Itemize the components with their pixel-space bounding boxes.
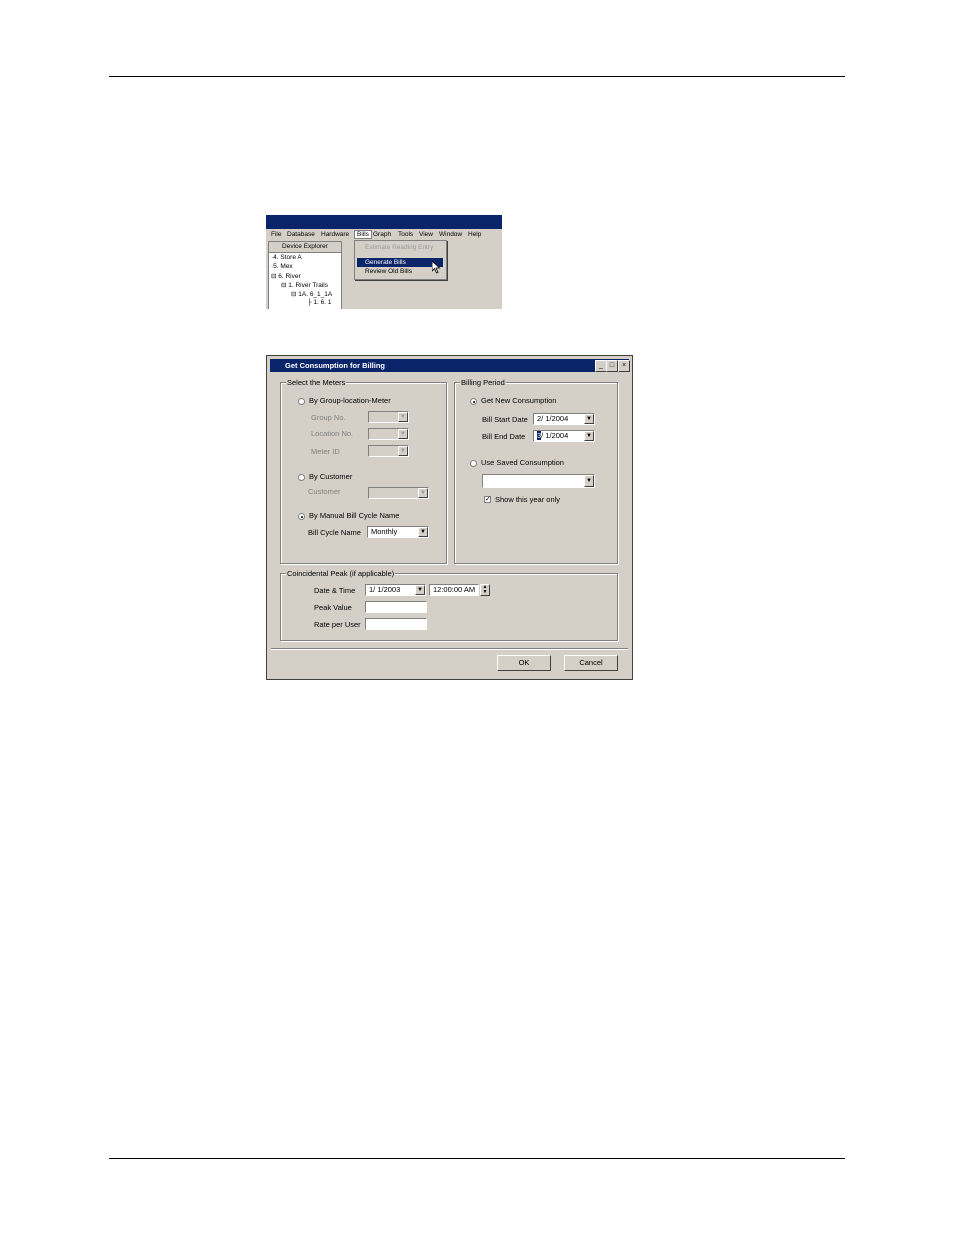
get-new-consumption-label: Get New Consumption — [481, 396, 557, 405]
saved-consumption-select[interactable]: ▼ — [482, 474, 595, 488]
by-customer-label: By Customer — [309, 472, 353, 481]
bill-cycle-name-select[interactable]: Monthly ▼ — [367, 526, 429, 538]
billing-period-legend: Billing Period — [460, 378, 506, 387]
device-explorer-title: Device Explorer — [269, 242, 341, 253]
tree-item[interactable]: ·5. Mex — [271, 263, 293, 270]
get-consumption-dialog: Get Consumption for Billing _ □ × Select… — [266, 355, 633, 680]
select-meters-legend: Select the Meters — [286, 378, 347, 387]
peak-date-value: 1/ 1/2003 — [369, 585, 401, 594]
by-manual-bill-cycle-radio[interactable] — [298, 513, 305, 520]
chevron-down-icon: ▼ — [418, 527, 428, 537]
menu-view[interactable]: View — [419, 231, 433, 238]
by-group-label: By Group-location-Meter — [309, 396, 391, 405]
peak-time-value: 12:00:00 AM — [433, 585, 476, 594]
use-saved-consumption-label: Use Saved Consumption — [481, 458, 564, 467]
cancel-button[interactable]: Cancel — [564, 655, 618, 671]
menu-graph[interactable]: Graph — [373, 231, 391, 238]
dialog-title: Get Consumption for Billing — [285, 361, 385, 370]
tree-item[interactable]: ⊟ 6. River — [271, 272, 301, 280]
maximize-button[interactable]: □ — [606, 360, 618, 372]
menu-help[interactable]: Help — [468, 231, 481, 238]
tree-item[interactable]: ·4. Store A — [271, 254, 302, 261]
show-this-year-label: Show this year only — [495, 495, 561, 504]
group-no-label: Group No. — [311, 413, 346, 422]
bills-dropdown-menu: Estimate Reading Entry Generate Bills Re… — [354, 240, 447, 280]
coincidental-peak-group: Coincidental Peak (if applicable) Date &… — [280, 569, 618, 641]
peak-value-label: Peak Value — [314, 603, 352, 612]
time-spinner[interactable]: ▲ ▼ — [480, 584, 490, 596]
dialog-titlebar: Get Consumption for Billing _ □ × — [270, 359, 630, 372]
location-no-select[interactable]: ▼ — [368, 428, 409, 440]
bill-start-date-value: 2/ 1/2004 — [537, 414, 569, 423]
tree-item[interactable]: ⊟ 1A. 6_1_1A — [291, 290, 332, 298]
rate-per-user-input[interactable] — [365, 618, 427, 630]
button-separator — [271, 648, 628, 649]
peak-value-input[interactable] — [365, 601, 427, 613]
customer-label: Customer — [308, 487, 341, 496]
menu-bills[interactable]: Bills — [354, 230, 372, 239]
menu-item-generate-bills[interactable]: Generate Bills — [357, 258, 443, 267]
group-no-select[interactable]: ▼ — [368, 411, 409, 423]
menu-screenshot: File Database Hardware Bills Graph Tools… — [266, 215, 502, 309]
menu-file[interactable]: File — [271, 231, 281, 238]
footer-rule — [109, 1158, 845, 1159]
get-new-consumption-radio[interactable] — [470, 398, 477, 405]
bill-end-date-picker[interactable]: 3/ 1/2004 ▼ — [533, 430, 595, 442]
chevron-down-icon: ▼ — [584, 475, 594, 487]
close-button[interactable]: × — [618, 360, 630, 372]
menu-bar: File Database Hardware Bills Graph Tools… — [266, 229, 502, 240]
ok-button[interactable]: OK — [497, 655, 551, 671]
billing-period-group: Billing Period Get New Consumption Bill … — [454, 378, 618, 564]
meter-id-label: Meter ID — [311, 447, 340, 456]
chevron-down-icon: ▼ — [415, 585, 425, 595]
tree-item[interactable]: ├ 1. 6. 1 — [307, 299, 332, 306]
mouse-cursor-icon — [432, 261, 441, 274]
select-meters-group: Select the Meters By Group-location-Mete… — [280, 378, 447, 564]
by-customer-radio[interactable] — [298, 474, 305, 481]
location-no-label: Location No. — [311, 429, 354, 438]
menu-hardware[interactable]: Hardware — [321, 231, 349, 238]
peak-date-picker[interactable]: 1/ 1/2003 ▼ — [365, 584, 426, 596]
chevron-down-icon: ▼ — [398, 429, 408, 439]
by-manual-bill-cycle-label: By Manual Bill Cycle Name — [309, 511, 400, 520]
menu-tools[interactable]: Tools — [398, 231, 413, 238]
peak-time-input[interactable]: 12:00:00 AM — [429, 584, 479, 596]
chevron-down-icon: ▼ — [398, 446, 408, 456]
coincidental-peak-legend: Coincidental Peak (if applicable) — [286, 569, 396, 578]
device-explorer: Device Explorer ·4. Store A ·5. Mex ⊟ 6.… — [268, 241, 342, 309]
menu-database[interactable]: Database — [287, 231, 315, 238]
date-time-label: Date & Time — [314, 586, 356, 595]
chevron-down-icon: ▼ — [584, 431, 594, 441]
bill-start-date-picker[interactable]: 2/ 1/2004 ▼ — [533, 413, 595, 425]
chevron-down-icon: ▼ — [418, 488, 428, 498]
header-rule — [109, 76, 845, 77]
use-saved-consumption-radio[interactable] — [470, 460, 477, 467]
menu-item-review-old-bills[interactable]: Review Old Bills — [357, 267, 443, 276]
chevron-down-icon: ▼ — [584, 414, 594, 424]
show-this-year-checkbox[interactable]: ✓ — [484, 496, 491, 503]
bill-cycle-name-value: Monthly — [371, 527, 398, 536]
bill-start-date-label: Bill Start Date — [482, 415, 528, 424]
rate-per-user-label: Rate per User — [314, 620, 361, 629]
app-titlebar — [266, 215, 502, 229]
bill-cycle-name-label: Bill Cycle Name — [308, 528, 361, 537]
menu-window[interactable]: Window — [439, 231, 462, 238]
meter-id-select[interactable]: ▼ — [368, 445, 409, 457]
tree-item[interactable]: ⊟ 1. River Trails — [281, 281, 328, 289]
chevron-down-icon: ▼ — [398, 412, 408, 422]
bill-end-date-value: / 1/2004 — [541, 431, 569, 440]
bill-end-date-label: Bill End Date — [482, 432, 526, 441]
menu-item-estimate-reading-entry: Estimate Reading Entry — [365, 244, 434, 251]
by-group-radio[interactable] — [298, 398, 305, 405]
customer-select[interactable]: ▼ — [368, 487, 429, 499]
